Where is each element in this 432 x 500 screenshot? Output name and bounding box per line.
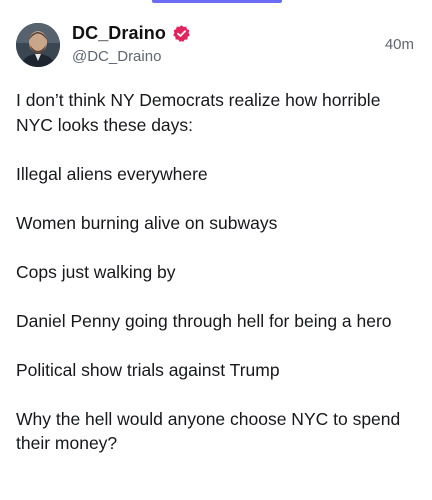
post-paragraph: Cops just walking by (16, 261, 176, 282)
post-paragraph: Daniel Penny going through hell for bein… (16, 310, 392, 331)
post-paragraph: Illegal aliens everywhere (16, 163, 208, 184)
post-card[interactable]: DC_Draino @DC_Draino 40m I don’t think N… (0, 0, 432, 500)
post-header: DC_Draino @DC_Draino 40m (16, 20, 416, 70)
post-paragraph: I don’t think NY Democrats realize how h… (16, 90, 381, 135)
post-body: I don’t think NY Democrats realize how h… (16, 88, 412, 480)
post-paragraph: Women burning alive on subways (16, 212, 278, 233)
post-paragraph: Why the hell would anyone choose NYC to … (16, 408, 401, 454)
post-paragraph: Political show trials against Trump (16, 359, 280, 380)
post-timestamp[interactable]: 40m (385, 36, 414, 53)
verified-badge-icon (172, 24, 191, 43)
user-handle[interactable]: @DC_Draino (72, 48, 191, 65)
avatar[interactable] (16, 23, 60, 67)
display-name[interactable]: DC_Draino (72, 23, 166, 44)
author-info: DC_Draino @DC_Draino (72, 20, 191, 65)
